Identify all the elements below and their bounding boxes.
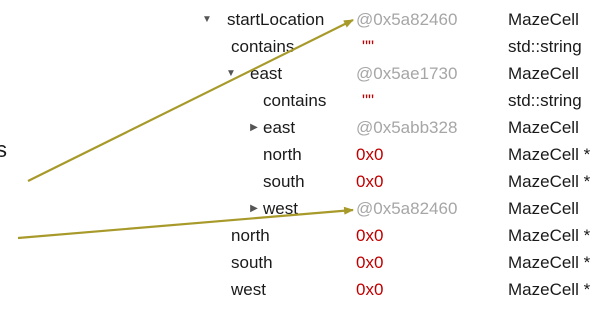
tree-row-east[interactable]: ▼ east @0x5ae1730 MazeCell bbox=[0, 62, 613, 89]
tree-row-west[interactable]: west 0x0 MazeCell * bbox=[0, 278, 613, 305]
variable-value: 0x0 bbox=[356, 226, 384, 245]
variable-value: 0x0 bbox=[356, 253, 384, 272]
variable-type: MazeCell * bbox=[508, 253, 591, 272]
expand-triangle-down-icon[interactable]: ▼ bbox=[224, 62, 238, 86]
variable-value: @0x5abb328 bbox=[356, 118, 458, 137]
variable-type: MazeCell * bbox=[508, 145, 591, 164]
variable-type: MazeCell bbox=[508, 199, 579, 218]
variable-type: MazeCell bbox=[508, 64, 579, 83]
variable-name: south bbox=[231, 253, 273, 272]
tree-row-north[interactable]: north 0x0 MazeCell * bbox=[0, 224, 613, 251]
variable-name: startLocation bbox=[227, 10, 325, 29]
variable-type: MazeCell * bbox=[508, 172, 591, 191]
tree-row-contains[interactable]: contains "" std::string bbox=[0, 35, 613, 62]
tree-row-east[interactable]: ▶ east @0x5abb328 MazeCell bbox=[0, 116, 613, 143]
tree-row-west[interactable]: ▶ west @0x5a82460 MazeCell bbox=[0, 197, 613, 224]
variable-name: east bbox=[263, 118, 296, 137]
variable-type: MazeCell * bbox=[508, 226, 591, 245]
tree-row-south[interactable]: south 0x0 MazeCell * bbox=[0, 251, 613, 278]
variable-value: @0x5ae1730 bbox=[356, 64, 458, 83]
tree-row-contains[interactable]: contains "" std::string bbox=[0, 89, 613, 116]
tree-row-startlocation[interactable]: ▼ startLocation @0x5a82460 MazeCell bbox=[0, 8, 613, 35]
variable-name: east bbox=[250, 64, 283, 83]
variable-type: MazeCell bbox=[508, 118, 579, 137]
variable-type: MazeCell * bbox=[508, 280, 591, 299]
variable-type: MazeCell bbox=[508, 10, 579, 29]
collapse-triangle-right-icon[interactable]: ▶ bbox=[247, 197, 261, 221]
variable-name: west bbox=[263, 199, 298, 218]
variable-name: west bbox=[231, 280, 266, 299]
variable-name: contains bbox=[231, 37, 295, 56]
variable-name: south bbox=[263, 172, 305, 191]
variable-name: north bbox=[231, 226, 270, 245]
variable-value: "" bbox=[362, 91, 375, 110]
tree-row-south[interactable]: south 0x0 MazeCell * bbox=[0, 170, 613, 197]
variable-value: 0x0 bbox=[356, 145, 384, 164]
variable-type: std::string bbox=[508, 91, 582, 110]
variable-name: contains bbox=[263, 91, 327, 110]
variable-value: 0x0 bbox=[356, 280, 384, 299]
collapse-triangle-right-icon[interactable]: ▶ bbox=[247, 116, 261, 140]
variable-value: "" bbox=[362, 37, 375, 56]
variable-type: std::string bbox=[508, 37, 582, 56]
variable-name: north bbox=[263, 145, 302, 164]
tree-row-north[interactable]: north 0x0 MazeCell * bbox=[0, 143, 613, 170]
expand-triangle-down-icon[interactable]: ▼ bbox=[200, 8, 214, 32]
variable-value: 0x0 bbox=[356, 172, 384, 191]
variable-value: @0x5a82460 bbox=[356, 10, 458, 29]
variable-value: @0x5a82460 bbox=[356, 199, 458, 218]
